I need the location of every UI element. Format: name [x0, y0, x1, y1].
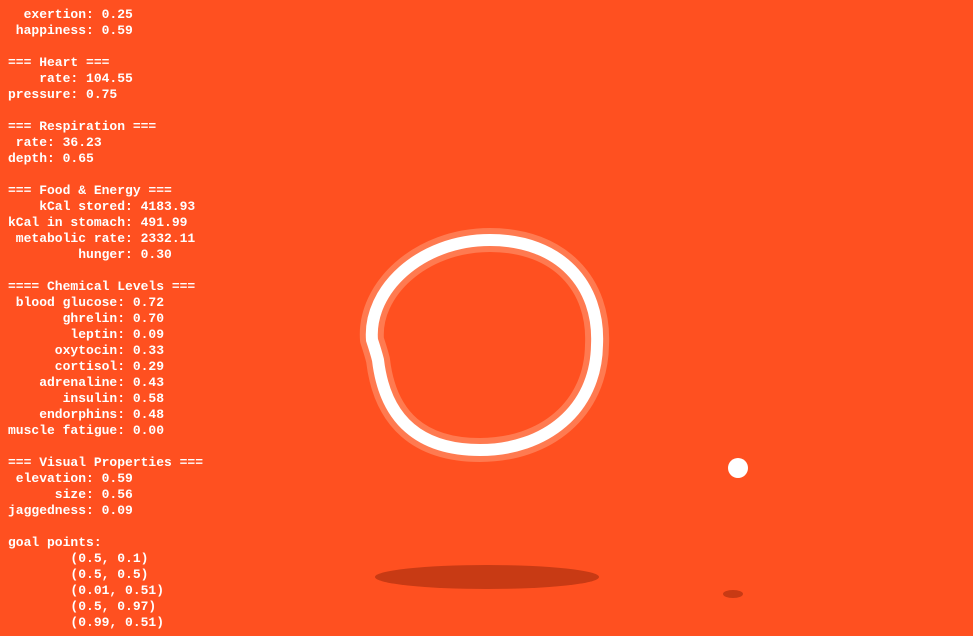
stats-panel: exertion: 0.25 happiness: 0.59 === Heart … [8, 7, 203, 631]
stats-spacer [8, 519, 203, 535]
stats-spacer [8, 39, 203, 55]
stats-line: adrenaline: 0.43 [8, 375, 165, 390]
stats-line: (0.5, 0.5) [8, 567, 149, 582]
stats-line: goal points: [8, 535, 102, 550]
stats-line: === Food & Energy === [8, 183, 172, 198]
stats-line: depth: 0.65 [8, 151, 94, 166]
creature-blob [365, 234, 604, 456]
stats-line: ==== Chemical Levels === [8, 279, 196, 294]
stats-spacer [8, 103, 203, 119]
stats-line: (0.99, 0.51) [8, 615, 165, 630]
stats-line: happiness: 0.59 [8, 23, 133, 38]
stats-spacer [8, 167, 203, 183]
stats-line: jaggedness: 0.09 [8, 503, 133, 518]
stats-line: (0.01, 0.51) [8, 583, 165, 598]
stats-line: leptin: 0.09 [8, 327, 165, 342]
stats-line: === Heart === [8, 55, 110, 70]
stats-line: blood glucose: 0.72 [8, 295, 165, 310]
food-dot [728, 458, 748, 478]
stats-line: (0.5, 0.97) [8, 599, 157, 614]
stats-line: kCal in stomach: 491.99 [8, 215, 188, 230]
stats-line: (0.5, 0.1) [8, 551, 149, 566]
stats-line: pressure: 0.75 [8, 87, 118, 102]
stats-line: size: 0.56 [8, 487, 133, 502]
stats-line: metabolic rate: 2332.11 [8, 231, 196, 246]
stats-line: cortisol: 0.29 [8, 359, 165, 374]
stats-spacer [8, 263, 203, 279]
stats-spacer [8, 439, 203, 455]
stats-line: muscle fatigue: 0.00 [8, 423, 165, 438]
stats-line: insulin: 0.58 [8, 391, 165, 406]
stats-line: ghrelin: 0.70 [8, 311, 165, 326]
creature-shadow [375, 565, 599, 589]
stats-line: elevation: 0.59 [8, 471, 133, 486]
stats-line: === Respiration === [8, 119, 157, 134]
stats-line: rate: 36.23 [8, 135, 102, 150]
stats-line: hunger: 0.30 [8, 247, 172, 262]
stats-line: kCal stored: 4183.93 [8, 199, 196, 214]
food-shadow [723, 590, 743, 598]
stats-line: === Visual Properties === [8, 455, 204, 470]
creature-blob-glow [359, 228, 610, 462]
stats-line: endorphins: 0.48 [8, 407, 165, 422]
stats-line: exertion: 0.25 [8, 7, 133, 22]
stats-line: oxytocin: 0.33 [8, 343, 165, 358]
stats-line: rate: 104.55 [8, 71, 133, 86]
